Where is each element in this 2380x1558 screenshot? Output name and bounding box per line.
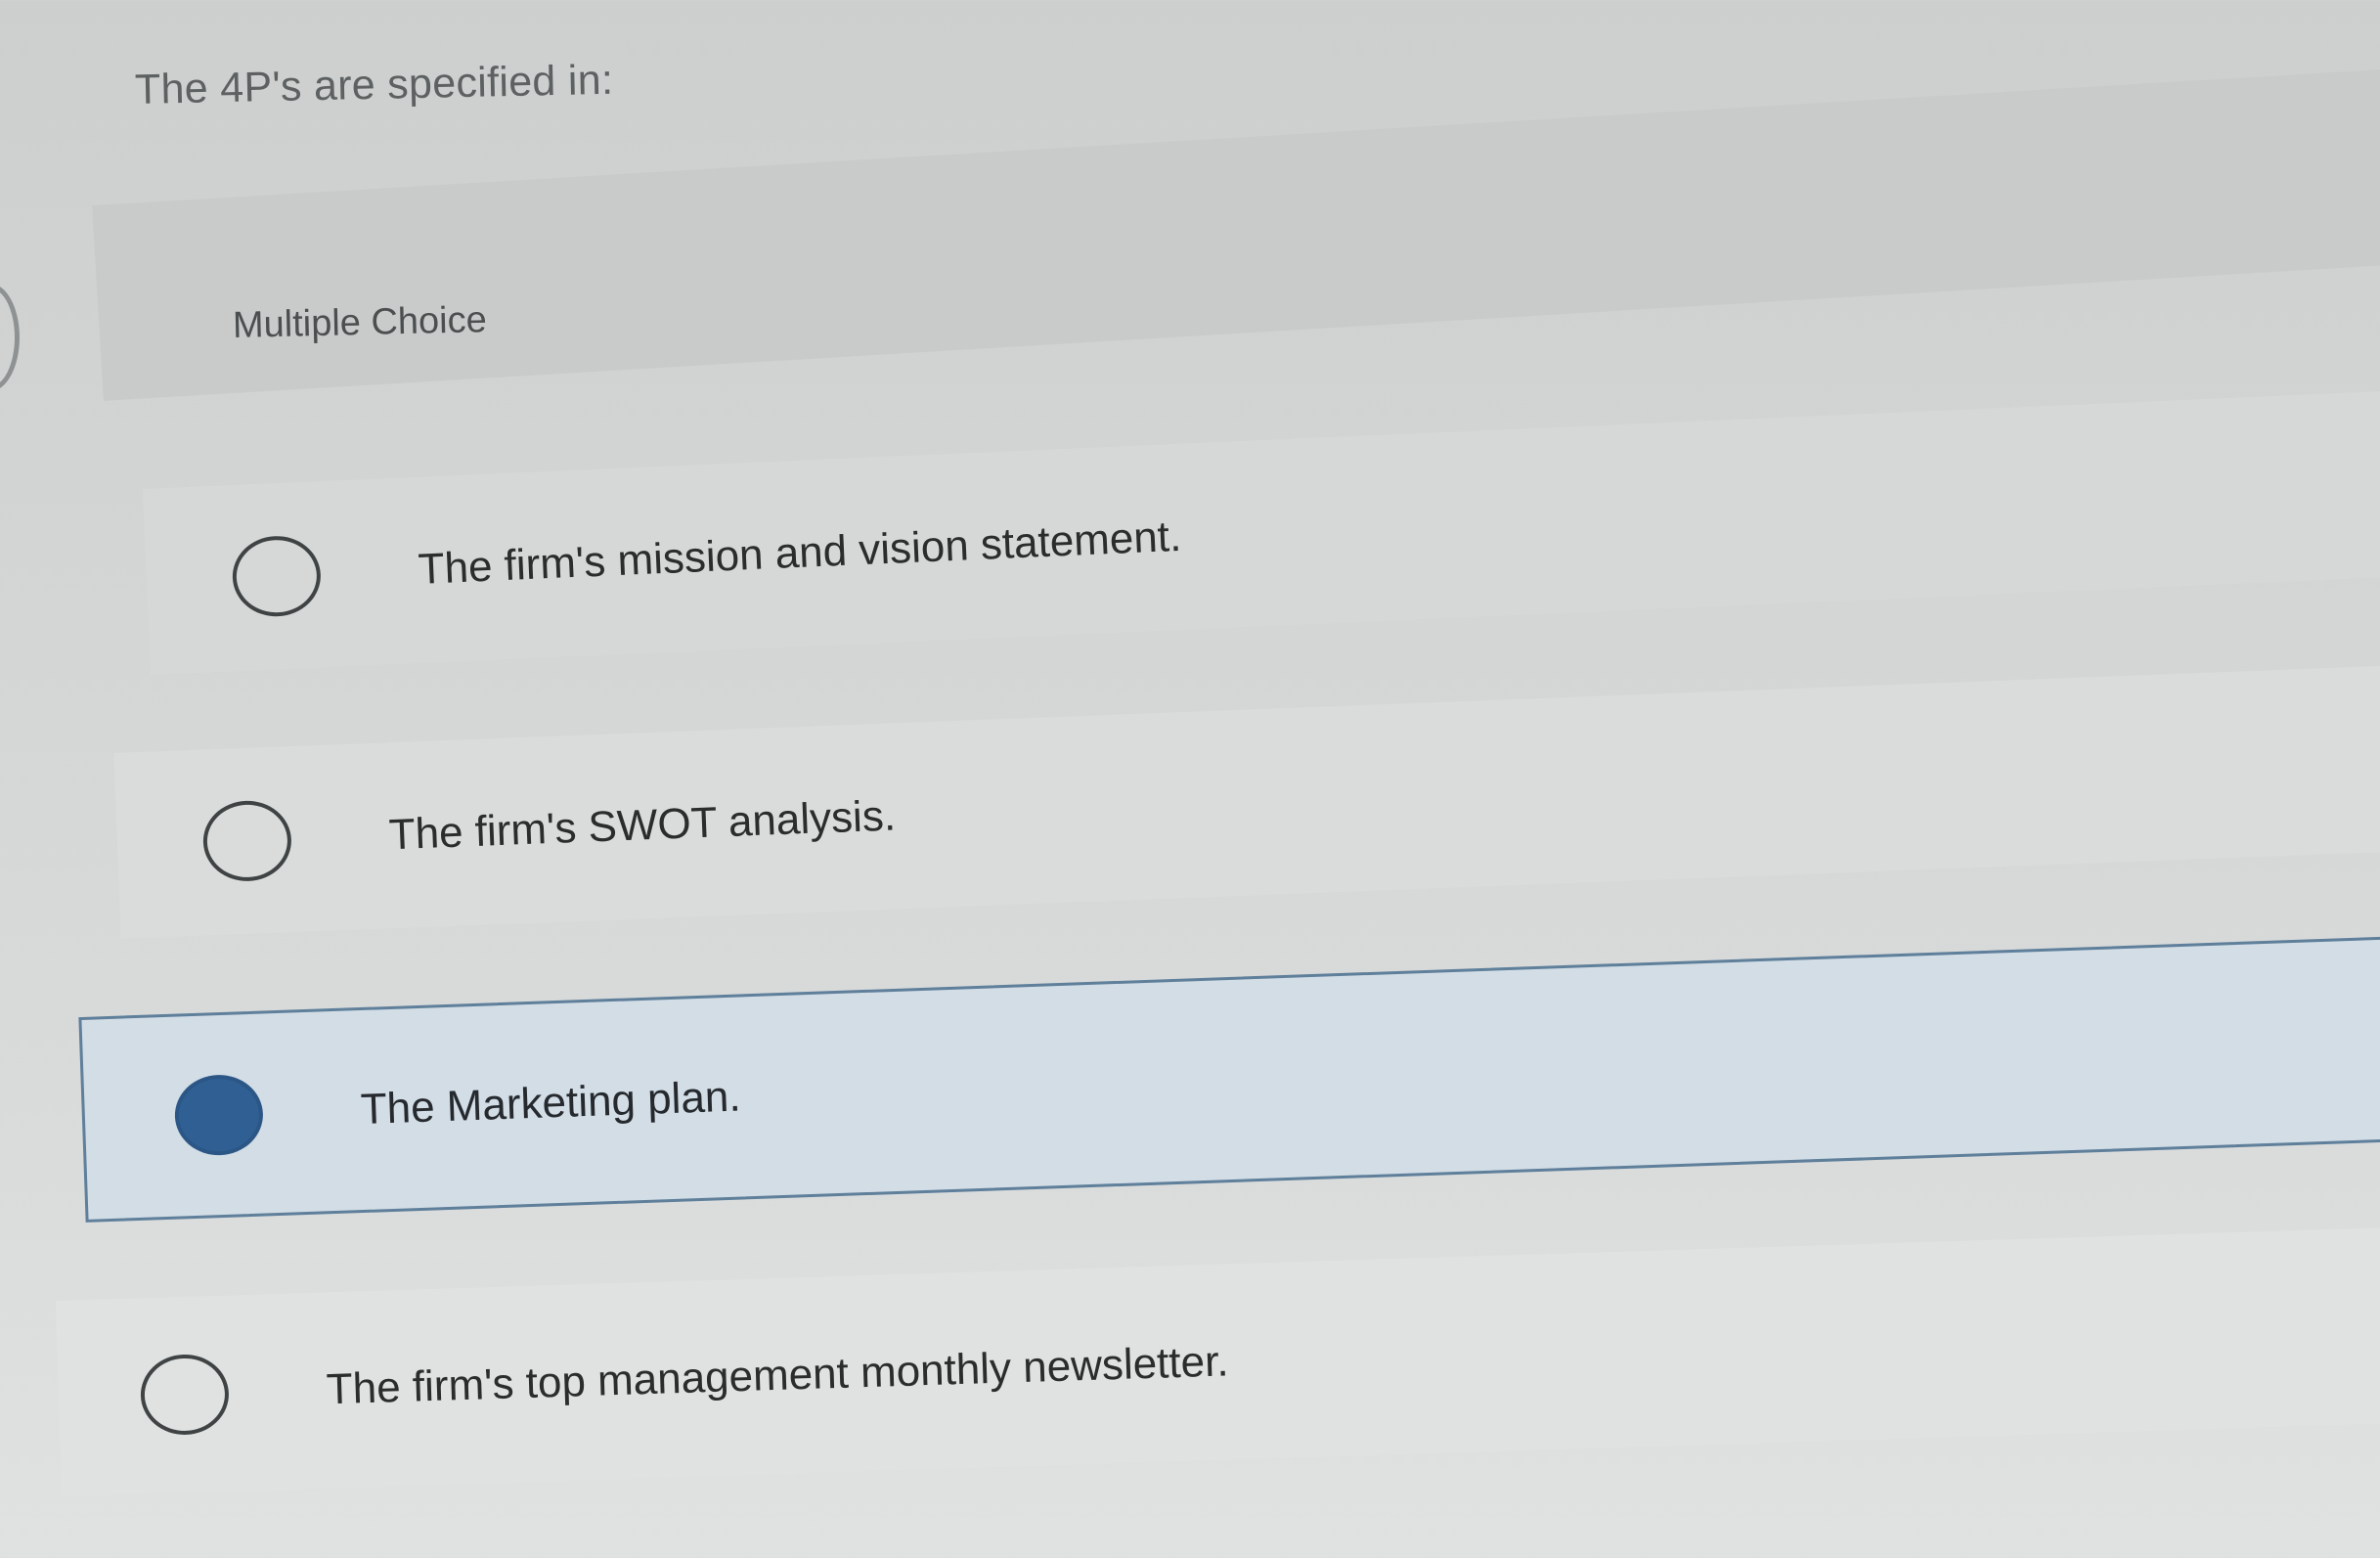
answer-option-4[interactable]: The firm's top management monthly newsle… (55, 1226, 2380, 1496)
answer-option-label: The firm's SWOT analysis. (387, 791, 897, 860)
radio-button-checked[interactable] (173, 1073, 265, 1157)
radio-button-unchecked[interactable] (231, 534, 323, 619)
answer-option-2[interactable]: The firm's SWOT analysis. (113, 662, 2380, 939)
answer-options: The firm's mission and vision statement.… (0, 0, 2380, 1558)
answer-option-label: The Marketing plan. (359, 1072, 742, 1135)
radio-button-unchecked[interactable] (201, 799, 293, 883)
quiz-page: The 4P's are specified in: Multiple Choi… (0, 0, 2380, 1558)
answer-option-label: The firm's top management monthly newsle… (326, 1337, 1230, 1414)
radio-button-unchecked[interactable] (139, 1353, 231, 1437)
answer-option-3-selected[interactable]: The Marketing plan. (78, 935, 2380, 1223)
answer-option-1[interactable]: The firm's mission and vision statement. (142, 386, 2380, 675)
answer-option-label: The firm's mission and vision statement. (417, 512, 1183, 594)
